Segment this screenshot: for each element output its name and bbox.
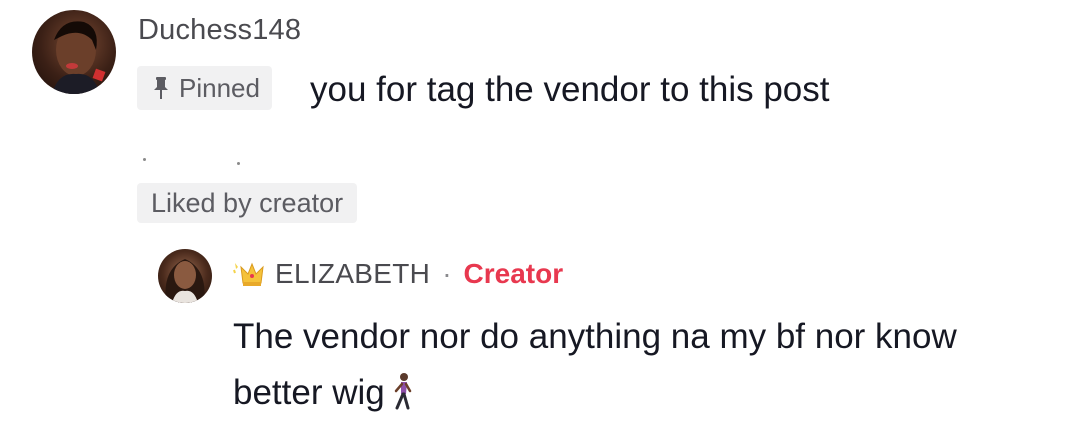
avatar[interactable]: [32, 10, 116, 94]
comment-username[interactable]: Duchess148: [138, 14, 301, 47]
liked-by-creator-label: Liked by creator: [151, 187, 344, 218]
divider-dot: [237, 162, 240, 165]
comment-thread: Duchess148 Pinned you for tag the vendor…: [0, 0, 1080, 430]
reply-avatar-image: [165, 259, 205, 303]
pin-icon: [151, 75, 171, 101]
liked-by-creator-badge: Liked by creator: [137, 183, 358, 223]
avatar-image: [52, 21, 106, 94]
pinned-label: Pinned: [179, 72, 260, 103]
crown-icon: [233, 259, 271, 289]
creator-badge: Creator: [463, 258, 564, 289]
pinned-badge: Pinned: [137, 66, 272, 110]
reply-header: ELIZABETH · Creator: [233, 258, 563, 290]
comment-text: you for tag the vendor to this post: [310, 70, 830, 109]
reply-username[interactable]: ELIZABETH: [275, 258, 430, 290]
divider-dot: [143, 158, 146, 161]
reply-text: The vendor nor do anything na my bf nor …: [233, 317, 957, 412]
walking-person-icon: [389, 372, 415, 412]
reply-avatar[interactable]: [158, 249, 212, 303]
separator-dot: ·: [442, 258, 452, 289]
reply-text-container: The vendor nor do anything na my bf nor …: [233, 309, 993, 421]
